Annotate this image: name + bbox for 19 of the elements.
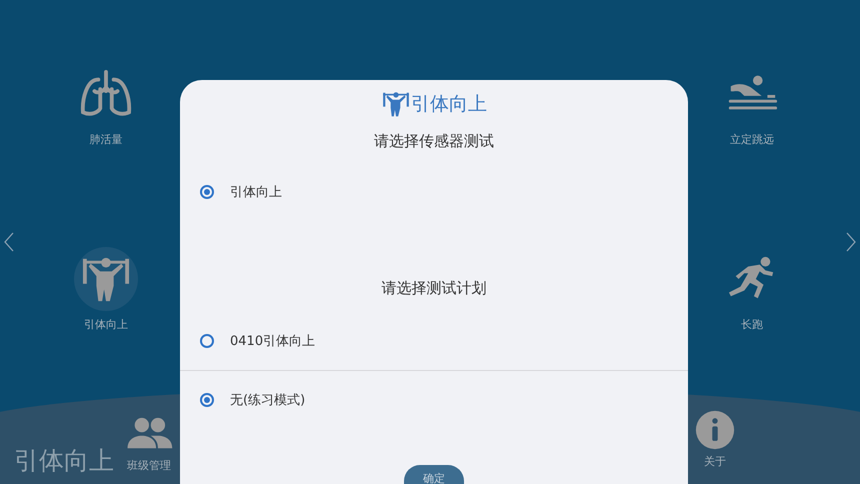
tile-label: 长跑 [741, 317, 763, 332]
radio-button[interactable] [200, 185, 214, 199]
option-label: 0410引体向上 [230, 333, 316, 350]
tile-label: 引体向上 [84, 317, 128, 332]
radio-button[interactable] [200, 334, 214, 348]
option-label: 无(练习模式) [230, 392, 306, 409]
current-test-label: 引体向上 [14, 445, 114, 477]
option-label: 引体向上 [230, 184, 282, 201]
tile-label: 肺活量 [90, 132, 122, 147]
confirm-button[interactable]: 确定 [404, 465, 464, 484]
sensor-option[interactable]: 引体向上 [180, 163, 688, 221]
section-heading: 请选择传感器测试 [374, 132, 494, 151]
tile-label: 立定跳远 [730, 132, 774, 147]
radio-button[interactable] [200, 393, 214, 407]
lungs-icon [79, 70, 133, 118]
section-heading: 请选择测试计划 [382, 279, 486, 298]
pull-up-icon [381, 90, 411, 118]
dialog-title: 引体向上 [411, 92, 487, 117]
plan-option[interactable]: 0410引体向上 [180, 312, 688, 371]
